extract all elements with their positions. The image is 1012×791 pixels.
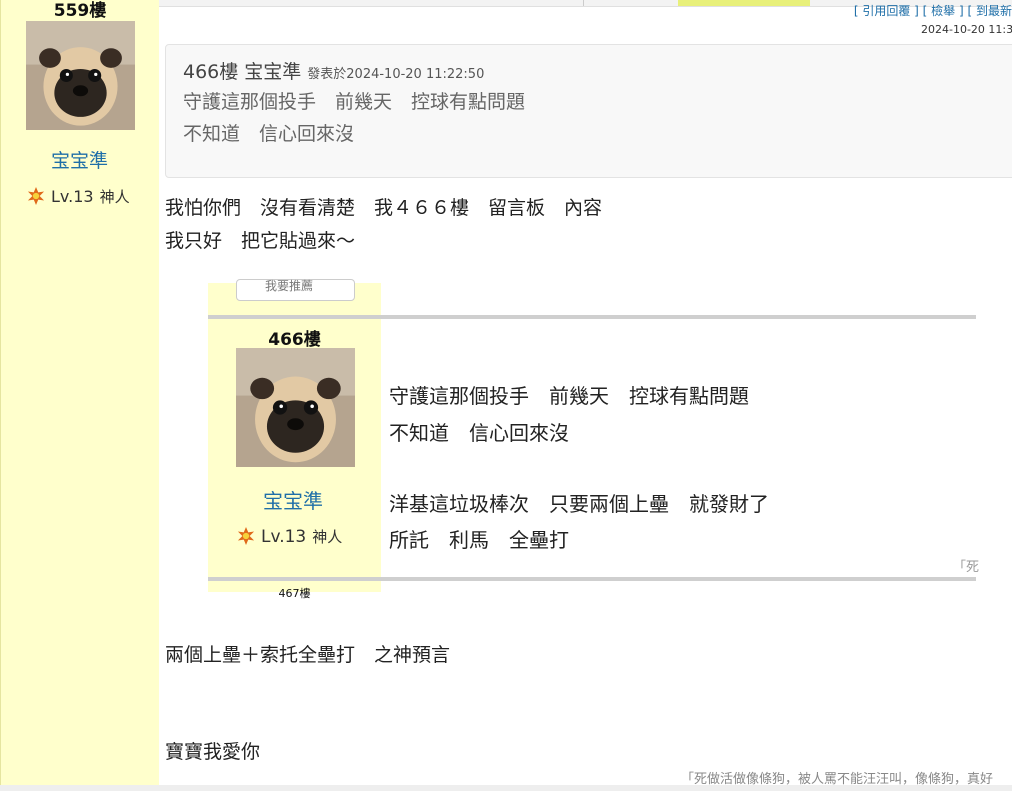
post-body-line: 兩個上壘＋索托全壘打 之神預言 [165, 644, 451, 666]
embedded-post-line: 守護這那個投手 前幾天 控球有點問題 [389, 384, 749, 408]
level-badge-icon [237, 527, 255, 545]
floor-number: 559樓 [53, 1, 107, 21]
embedded-level-text: Lv.13 [261, 527, 307, 547]
quote-header: 466樓 宝宝準 發表於2024-10-20 11:22:50 [183, 57, 484, 84]
username-link[interactable]: 宝宝準 [51, 146, 108, 173]
embedded-post-line: 所託 利馬 全壘打 [389, 528, 569, 552]
post-body-line: 我怕你們 沒有看清楚 我４６６樓 留言板 內容 [165, 197, 603, 219]
embedded-floor-number: 466樓 [268, 330, 321, 350]
post-body-line: 寶寶我愛你 [165, 741, 261, 763]
level-text: Lv.13 [51, 187, 94, 206]
embedded-post-line: 洋基這垃圾棒次 只要兩個上壘 就發財了 [389, 492, 769, 516]
quote-block: 466樓 宝宝準 發表於2024-10-20 11:22:50 守護這那個投手 前幾… [165, 44, 1012, 178]
bottom-border [0, 785, 1012, 791]
embedded-button: 我要推薦 [236, 279, 355, 301]
embedded-divider [208, 577, 976, 581]
user-title: 神人 [99, 188, 130, 206]
quote-floor: 466樓 [183, 61, 239, 83]
top-divider [583, 0, 584, 6]
embedded-signature-fragment: 「死 [953, 560, 980, 575]
embedded-screenshot: 我要推薦 466樓 宝宝準 Lv.13 神人 守護這那個投手 前幾天 控球有點問題… [165, 279, 980, 600]
embedded-user-title: 神人 [312, 528, 343, 546]
embedded-avatar [236, 348, 355, 467]
post-timestamp: 2024-10-20 11:3 [921, 23, 1012, 36]
quote-line: 守護這那個投手 前幾天 控球有點問題 [183, 91, 526, 113]
embedded-post-line: 不知道 信心回來沒 [389, 421, 569, 445]
pug-avatar-image [26, 21, 135, 130]
user-info-column: 559樓 宝宝準 Lv.13 神人 [0, 0, 159, 791]
embedded-username: 宝宝準 [263, 489, 323, 513]
post-body-line: 我只好 把它貼過來～ [165, 230, 356, 252]
post-actions[interactable]: [ 引用回覆 ] [ 檢舉 ] [ 到最新 [854, 2, 1012, 19]
quote-username[interactable]: 宝宝準 [244, 61, 301, 83]
embedded-divider [208, 315, 976, 319]
embedded-next-floor: 467樓 [278, 587, 311, 600]
avatar[interactable] [26, 21, 135, 130]
user-level: Lv.13 神人 [27, 186, 130, 207]
level-badge-icon [27, 187, 45, 205]
embedded-user-level: Lv.13 神人 [237, 526, 342, 547]
top-highlight [678, 0, 810, 6]
quote-line: 不知道 信心回來沒 [183, 123, 355, 145]
pug-avatar-image [236, 348, 355, 467]
quote-posted-time: 發表於2024-10-20 11:22:50 [307, 67, 485, 82]
